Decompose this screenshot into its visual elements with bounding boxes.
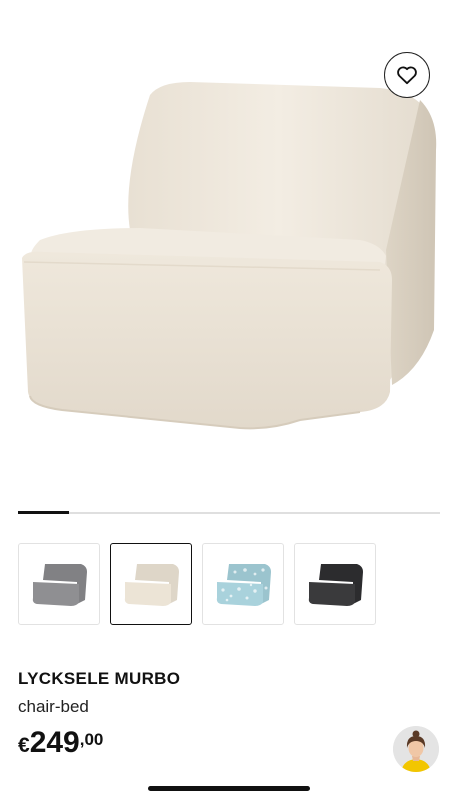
heart-icon <box>397 66 417 85</box>
variant-image <box>216 564 271 606</box>
assistant-avatar-button[interactable] <box>393 726 439 772</box>
price-currency: € <box>18 734 30 757</box>
color-variant-thumbnails <box>18 543 376 625</box>
price-integer: 249 <box>29 726 80 759</box>
home-indicator[interactable] <box>148 786 310 791</box>
assistant-avatar-icon <box>393 726 439 772</box>
variant-image <box>124 564 179 606</box>
favorite-button[interactable] <box>384 52 430 98</box>
price-decimal: ,00 <box>79 730 104 749</box>
product-type: chair-bed <box>18 697 89 716</box>
variant-thumbnail-blue-pattern[interactable] <box>202 543 284 625</box>
image-carousel-progress <box>18 511 440 514</box>
variant-image <box>32 564 87 606</box>
variant-thumbnail-grey[interactable] <box>18 543 100 625</box>
product-hero-image <box>0 0 458 500</box>
product-price: € 249 ,00 <box>18 726 103 760</box>
variant-thumbnail-dark-grey[interactable] <box>294 543 376 625</box>
carousel-progress-fill <box>18 511 69 514</box>
variant-thumbnail-natural[interactable] <box>110 543 192 625</box>
variant-image <box>308 564 363 606</box>
product-name[interactable]: LYCKSELE MURBO <box>18 669 180 689</box>
